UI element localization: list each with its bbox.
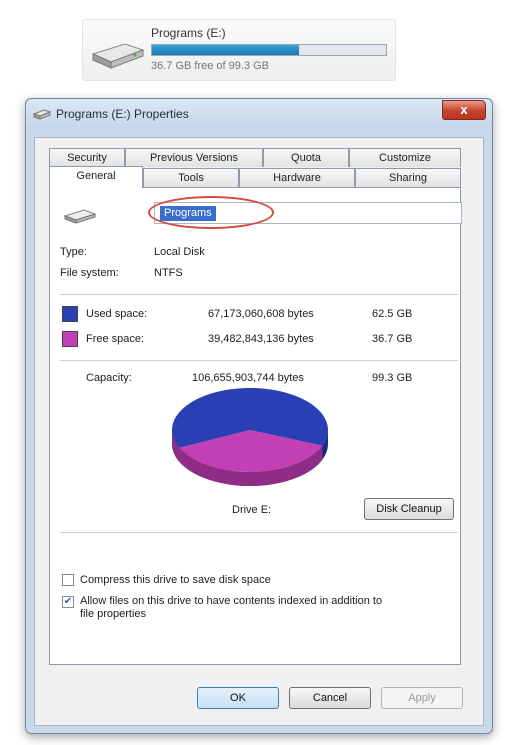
- index-label-line2: file properties: [80, 608, 147, 620]
- ok-button[interactable]: OK: [197, 687, 279, 709]
- tab-general[interactable]: General: [49, 166, 143, 188]
- disk-cleanup-button[interactable]: Disk Cleanup: [364, 498, 454, 520]
- tab-label: Quota: [291, 152, 321, 164]
- file-system-value: NTFS: [154, 267, 183, 279]
- drive-title-icon: [33, 109, 51, 120]
- tab-customize[interactable]: Customize: [349, 148, 461, 167]
- highlight-ellipse: [148, 196, 274, 229]
- drive-usage-bar: [151, 44, 387, 56]
- capacity-size: 99.3 GB: [372, 372, 413, 384]
- drive-usage-fill: [152, 45, 300, 55]
- close-icon: x: [460, 102, 468, 117]
- hard-drive-icon: [91, 43, 145, 69]
- type-label: Type:: [60, 246, 87, 258]
- tab-previous-versions[interactable]: Previous Versions: [125, 148, 263, 167]
- general-panel: Programs Type: Local Disk File system: N…: [49, 187, 462, 665]
- tab-label: Tools: [178, 172, 204, 184]
- index-label-line1: Allow files on this drive to have conten…: [80, 595, 383, 607]
- properties-window: Programs (E:) Properties x Security Prev…: [25, 98, 493, 734]
- used-space-size: 62.5 GB: [372, 308, 413, 320]
- tab-label: Security: [67, 152, 107, 164]
- tab-label: General: [76, 170, 116, 182]
- tab-label: Previous Versions: [149, 152, 239, 164]
- drive-tile[interactable]: Programs (E:) 36.7 GB free of 99.3 GB: [82, 19, 396, 81]
- tab-tools[interactable]: Tools: [143, 168, 239, 187]
- free-space-label: Free space:: [86, 333, 145, 345]
- drive-tile-title: Programs (E:): [151, 26, 226, 40]
- compress-label: Compress this drive to save disk space: [80, 574, 271, 586]
- disk-usage-pie: [172, 387, 329, 486]
- tab-label: Customize: [379, 152, 431, 164]
- drive-caption: Drive E:: [232, 504, 272, 516]
- used-space-label: Used space:: [86, 308, 148, 320]
- tab-label: Hardware: [273, 172, 321, 184]
- capacity-label: Capacity:: [86, 372, 132, 384]
- free-space-swatch: [62, 331, 78, 347]
- used-space-swatch: [62, 306, 78, 322]
- free-space-bytes: 39,482,843,136 bytes: [208, 333, 314, 345]
- close-button[interactable]: x: [442, 100, 486, 120]
- tab-sharing[interactable]: Sharing: [355, 168, 461, 187]
- tab-quota[interactable]: Quota: [263, 148, 349, 167]
- capacity-bytes: 106,655,903,744 bytes: [192, 372, 304, 384]
- title-bar[interactable]: Programs (E:) Properties x: [26, 99, 492, 129]
- dialog-client: Security Previous Versions Quota Customi…: [34, 137, 484, 726]
- cancel-button[interactable]: Cancel: [289, 687, 371, 709]
- index-checkbox[interactable]: ✔: [62, 596, 74, 608]
- window-title: Programs (E:) Properties: [56, 107, 189, 121]
- apply-button[interactable]: Apply: [381, 687, 463, 709]
- divider: [60, 532, 458, 533]
- type-value: Local Disk: [154, 246, 205, 258]
- drive-icon: [64, 209, 96, 224]
- divider: [60, 360, 458, 361]
- tab-security[interactable]: Security: [49, 148, 125, 167]
- used-space-bytes: 67,173,060,608 bytes: [208, 308, 314, 320]
- compress-checkbox[interactable]: [62, 574, 74, 586]
- tab-label: Sharing: [389, 172, 427, 184]
- divider: [60, 294, 458, 295]
- tab-hardware[interactable]: Hardware: [239, 168, 355, 187]
- file-system-label: File system:: [60, 267, 119, 279]
- free-space-size: 36.7 GB: [372, 333, 413, 345]
- drive-tile-free-text: 36.7 GB free of 99.3 GB: [151, 60, 270, 72]
